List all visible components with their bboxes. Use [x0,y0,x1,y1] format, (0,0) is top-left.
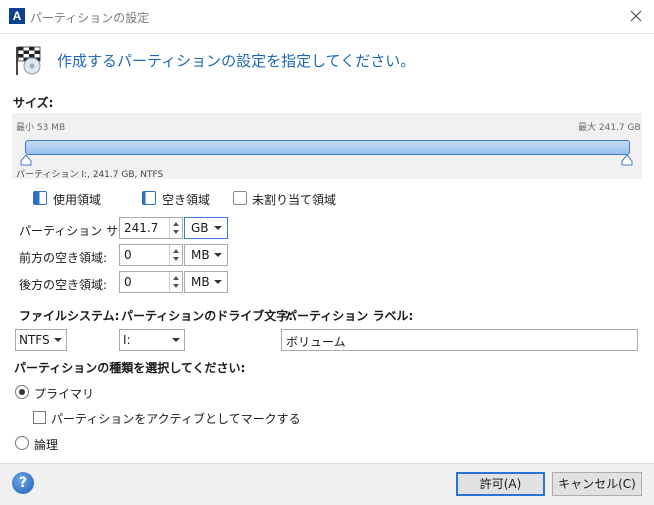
filesystem-value: NTFS [19,333,50,347]
drive-letter-label: パーティションのドライブ文字: [121,309,294,323]
free-space-legend-icon [142,191,156,205]
free-before-spinner[interactable]: 0 [119,244,183,266]
primary-label[interactable]: プライマリ [34,385,94,402]
free-after-unit-dropdown[interactable]: MB [184,271,228,293]
filesystem-dropdown[interactable]: NTFS [15,329,67,351]
partition-type-label: パーティションの種類を選択してください: [14,361,246,375]
min-size-label: 最小 53 MB [16,123,66,133]
partition-label-input[interactable]: ボリューム [281,329,638,351]
free-space-legend-label: 空き領域 [162,193,211,207]
right-slider-handle[interactable] [621,154,633,166]
partition-label-value: ボリューム [286,335,346,349]
help-icon[interactable]: ? [12,472,34,494]
used-space-legend-icon [33,191,47,205]
drive-letter-value: I: [123,333,131,347]
chevron-down-icon [214,226,222,230]
unallocated-legend-label: 未割り当て領域 [252,193,337,207]
partition-size-value[interactable]: 241.7 [124,221,158,235]
window-title: パーティションの設定 [30,11,150,25]
primary-radio[interactable] [15,385,29,399]
free-before-label: 前方の空き領域: [19,251,108,265]
spin-arrows-icon[interactable] [169,272,182,292]
mark-active-checkbox[interactable] [33,411,46,424]
chevron-down-icon [172,338,180,342]
left-slider-handle[interactable] [20,154,32,166]
logical-radio[interactable] [15,436,29,450]
free-before-value[interactable]: 0 [124,248,132,262]
header-instruction: 作成するパーティションの設定を指定してください。 [57,52,416,70]
spin-arrows-icon[interactable] [169,218,182,238]
partition-info-text: パーティション I:, 241.7 GB, NTFS [16,170,164,180]
used-space-legend-label: 使用領域 [53,193,102,207]
chevron-down-icon [214,253,222,257]
mark-active-label[interactable]: パーティションをアクティブとしてマークする [51,410,301,427]
free-before-unit: MB [191,248,210,262]
free-after-spinner[interactable]: 0 [119,271,183,293]
filesystem-label: ファイルシステム: [19,309,120,323]
free-after-label: 後方の空き領域: [19,278,108,292]
partition-size-bar[interactable] [25,140,630,155]
drive-letter-dropdown[interactable]: I: [119,329,185,351]
partition-size-unit: GB [191,221,209,235]
app-logo-icon: A [9,8,25,24]
logical-label[interactable]: 論理 [34,436,58,453]
max-size-label: 最大 241.7 GB [578,123,641,133]
chevron-down-icon [54,338,62,342]
chevron-down-icon [214,280,222,284]
partition-size-spinner[interactable]: 241.7 [119,217,183,239]
spin-arrows-icon[interactable] [169,245,182,265]
cancel-button[interactable]: キャンセル(C) [552,472,642,496]
free-after-unit: MB [191,275,210,289]
ok-button[interactable]: 許可(A) [456,472,545,496]
free-before-unit-dropdown[interactable]: MB [184,244,228,266]
size-label: サイズ: [13,96,54,110]
partition-label-label: パーティション ラベル: [285,309,414,323]
close-button[interactable] [624,4,648,28]
free-after-value[interactable]: 0 [124,275,132,289]
partition-size-unit-dropdown[interactable]: GB [184,217,228,239]
checkered-flag-disk-icon [13,44,43,76]
unallocated-legend-icon [233,191,247,205]
radio-selected-dot [19,389,25,395]
close-icon [630,10,642,22]
